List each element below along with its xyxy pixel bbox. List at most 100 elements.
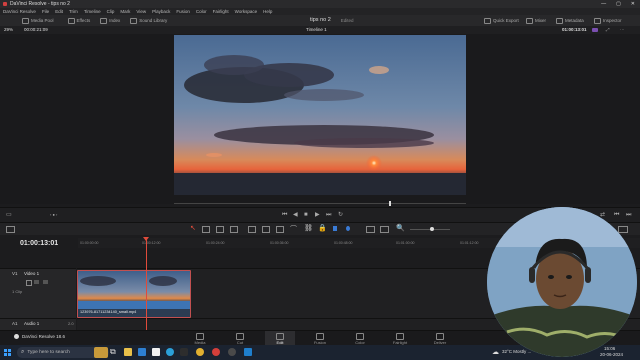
ruler-tick: 01:00:24:00 xyxy=(206,241,225,245)
clock-time[interactable]: 15:06 xyxy=(604,346,615,351)
audio-track-id: A1 xyxy=(12,321,18,326)
play-icon[interactable]: ▶ xyxy=(315,208,320,222)
page-tab-cut[interactable]: Cut xyxy=(225,331,255,346)
file-explorer-icon[interactable] xyxy=(124,348,132,356)
windows-start-icon[interactable] xyxy=(4,349,11,356)
more-icon[interactable]: ⋯ xyxy=(620,26,625,34)
weather-text[interactable]: 32°C Mostly ... xyxy=(502,349,531,354)
app-icon-red[interactable] xyxy=(212,348,220,356)
loop-icon[interactable]: ↻ xyxy=(338,208,343,222)
playhead[interactable] xyxy=(146,238,147,330)
track-visibility-icon[interactable] xyxy=(43,280,48,284)
page-tab-fairlight[interactable]: Fairlight xyxy=(385,331,415,346)
overwrite-clip-icon[interactable] xyxy=(262,226,270,233)
track-lock-icon[interactable] xyxy=(26,280,32,286)
link-icon[interactable]: ⛓ xyxy=(304,224,313,232)
menu-item-color[interactable]: Color xyxy=(196,8,207,15)
app-icon-blue[interactable] xyxy=(244,348,252,356)
zoom-icon[interactable]: 🔍 xyxy=(396,224,405,232)
weather-icon[interactable]: ☁ xyxy=(492,348,499,356)
menu-item-timeline[interactable]: Timeline xyxy=(84,8,101,15)
clip-name: 123976-81711234140_small.mp4 xyxy=(80,310,137,314)
zoom-level[interactable]: 29% xyxy=(4,26,13,34)
page-tab-color[interactable]: Color xyxy=(345,331,375,346)
video-track-name: Video 1 xyxy=(24,271,40,276)
ruler-tick: 01:01:00:00 xyxy=(396,241,415,245)
selection-tool-icon[interactable]: ↖ xyxy=(190,224,196,232)
metadata-button[interactable]: Metadata xyxy=(556,15,584,26)
zoom-full-icon[interactable] xyxy=(366,226,375,233)
sound-library-icon xyxy=(130,17,138,24)
timeline-view-options-icon[interactable] xyxy=(6,226,15,233)
video-track-header[interactable]: V1 Video 1 1 Clip xyxy=(0,268,76,319)
menu-item-fairlight[interactable]: Fairlight xyxy=(213,8,229,15)
viewer-scrubber[interactable] xyxy=(174,203,466,204)
auto-select-icon[interactable] xyxy=(34,280,39,284)
next-frame-icon[interactable]: ⏭ xyxy=(626,208,631,222)
marker-icon[interactable] xyxy=(346,226,350,231)
viewer-options-icon[interactable] xyxy=(592,28,598,32)
davinci-resolve-taskbar-icon[interactable] xyxy=(228,348,236,356)
media-page-icon xyxy=(196,333,204,340)
lock-icon[interactable]: 🔒 xyxy=(318,224,327,232)
menu-item-edit[interactable]: Edit xyxy=(55,8,63,15)
flag-icon[interactable] xyxy=(333,226,337,231)
effects-button[interactable]: Effects xyxy=(67,15,90,26)
playhead-handle[interactable] xyxy=(143,237,149,241)
snapping-icon[interactable]: ⌒ xyxy=(290,224,297,234)
scrubber-handle[interactable] xyxy=(389,201,391,206)
page-tab-edit[interactable]: Edit xyxy=(265,331,295,346)
page-tab-fusion[interactable]: Fusion xyxy=(305,331,335,346)
menu-item-file[interactable]: File xyxy=(42,8,49,15)
menu-item-davinci[interactable]: DaVinci Resolve xyxy=(3,8,36,15)
viewer-frame[interactable] xyxy=(174,35,466,195)
sound-library-button[interactable]: Sound Library xyxy=(130,15,167,26)
menu-item-playback[interactable]: Playback xyxy=(152,8,170,15)
timeline-name[interactable]: Timeline 1 xyxy=(306,26,327,34)
task-view-icon[interactable]: ⧉ xyxy=(110,347,116,357)
page-dots-icon[interactable]: ‹ ● › xyxy=(50,208,57,222)
menu-item-help[interactable]: Help xyxy=(263,8,272,15)
inspector-button[interactable]: Inspector xyxy=(594,15,622,26)
prev-frame-icon[interactable]: ⏮ xyxy=(614,208,619,222)
search-highlight-icon[interactable] xyxy=(94,347,108,358)
index-icon xyxy=(100,17,108,24)
page-tab-deliver[interactable]: Deliver xyxy=(425,331,455,346)
replace-clip-icon[interactable] xyxy=(276,226,284,233)
maximize-icon[interactable]: ▢ xyxy=(616,0,621,8)
menu-item-workspace[interactable]: Workspace xyxy=(235,8,257,15)
media-pool-button[interactable]: Media Pool xyxy=(22,15,54,26)
expand-icon[interactable]: ⤢ xyxy=(606,26,610,34)
quick-export-button[interactable]: Quick Export xyxy=(484,15,519,26)
index-button[interactable]: Index xyxy=(100,15,120,26)
menu-item-mark[interactable]: Mark xyxy=(120,8,130,15)
play-reverse-icon[interactable]: ◀ xyxy=(293,208,298,222)
chrome-icon[interactable] xyxy=(196,348,204,356)
store-icon[interactable] xyxy=(138,348,146,356)
app-icon-dark[interactable] xyxy=(180,348,188,356)
mixer-button[interactable]: Mixer xyxy=(526,15,546,26)
menu-item-view[interactable]: View xyxy=(136,8,146,15)
dynamic-trim-icon[interactable] xyxy=(216,226,224,233)
insert-clip-icon[interactable] xyxy=(248,226,256,233)
blade-tool-icon[interactable] xyxy=(230,226,238,233)
menu-item-fusion[interactable]: Fusion xyxy=(176,8,190,15)
page-tab-media[interactable]: Media xyxy=(185,331,215,346)
trim-tool-icon[interactable] xyxy=(202,226,210,233)
timeline-settings-icon[interactable] xyxy=(618,226,628,233)
stop-icon[interactable]: ■ xyxy=(304,208,308,222)
viewer-layout-icon[interactable]: ▭ xyxy=(6,208,12,222)
edge-browser-icon[interactable] xyxy=(166,348,174,356)
zoom-detail-icon[interactable] xyxy=(380,226,389,233)
clock-date[interactable]: 20-06-2024 xyxy=(600,352,623,357)
timeline-clip[interactable]: 123976-81711234140_small.mp4 xyxy=(77,270,191,318)
close-icon[interactable]: ✕ xyxy=(631,0,635,8)
menu-item-trim[interactable]: Trim xyxy=(69,8,78,15)
menu-item-clip[interactable]: Clip xyxy=(107,8,115,15)
minimize-icon[interactable]: — xyxy=(601,0,606,8)
app-icon-white[interactable] xyxy=(152,348,160,356)
zoom-slider-handle[interactable] xyxy=(430,227,434,231)
window-title: DaVinci Resolve - tips no 2 xyxy=(10,1,70,7)
skip-to-start-icon[interactable]: ⏮ xyxy=(282,208,287,222)
skip-to-end-icon[interactable]: ⏭ xyxy=(326,208,331,222)
